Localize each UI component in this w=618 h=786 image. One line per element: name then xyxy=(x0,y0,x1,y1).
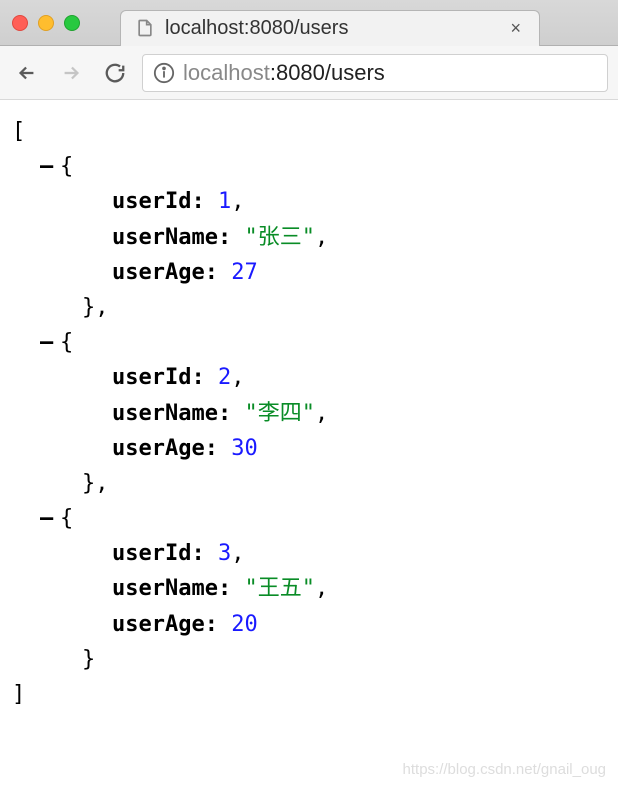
window-close-button[interactable] xyxy=(12,15,28,31)
window-controls xyxy=(12,15,80,31)
site-info-icon[interactable] xyxy=(153,62,175,84)
json-property: userId: 2, xyxy=(12,360,606,395)
collapse-toggle[interactable]: – xyxy=(40,325,60,360)
object-close: }, xyxy=(12,290,606,325)
address-bar[interactable]: localhost:8080/users xyxy=(142,54,608,92)
object-row: –{ xyxy=(12,149,606,184)
url-text: localhost:8080/users xyxy=(183,60,385,86)
toolbar: localhost:8080/users xyxy=(0,46,618,100)
json-property: userId: 3, xyxy=(12,536,606,571)
window-minimize-button[interactable] xyxy=(38,15,54,31)
tab-bar: localhost:8080/users × xyxy=(0,0,618,46)
json-property: userAge: 30 xyxy=(12,431,606,466)
json-property: userAge: 20 xyxy=(12,607,606,642)
json-property: userName: "李四", xyxy=(12,396,606,431)
json-property: userAge: 27 xyxy=(12,255,606,290)
object-row: –{ xyxy=(12,501,606,536)
reload-button[interactable] xyxy=(98,56,132,90)
file-icon xyxy=(135,18,155,38)
window-maximize-button[interactable] xyxy=(64,15,80,31)
object-close: }, xyxy=(12,466,606,501)
browser-tab[interactable]: localhost:8080/users × xyxy=(120,10,540,46)
tab-title: localhost:8080/users xyxy=(165,17,348,40)
forward-button[interactable] xyxy=(54,56,88,90)
array-open: [ xyxy=(12,114,606,149)
json-property: userName: "王五", xyxy=(12,571,606,606)
collapse-toggle[interactable]: – xyxy=(40,149,60,184)
tab-close-button[interactable]: × xyxy=(506,18,525,39)
back-button[interactable] xyxy=(10,56,44,90)
json-property: userName: "张三", xyxy=(12,220,606,255)
array-close: ] xyxy=(12,677,606,712)
object-row: –{ xyxy=(12,325,606,360)
object-close: } xyxy=(12,642,606,677)
json-viewer: [ –{ userId: 1, userName: "张三", userAge:… xyxy=(0,100,618,726)
json-property: userId: 1, xyxy=(12,184,606,219)
watermark: https://blog.csdn.net/gnail_oug xyxy=(403,761,606,778)
collapse-toggle[interactable]: – xyxy=(40,501,60,536)
